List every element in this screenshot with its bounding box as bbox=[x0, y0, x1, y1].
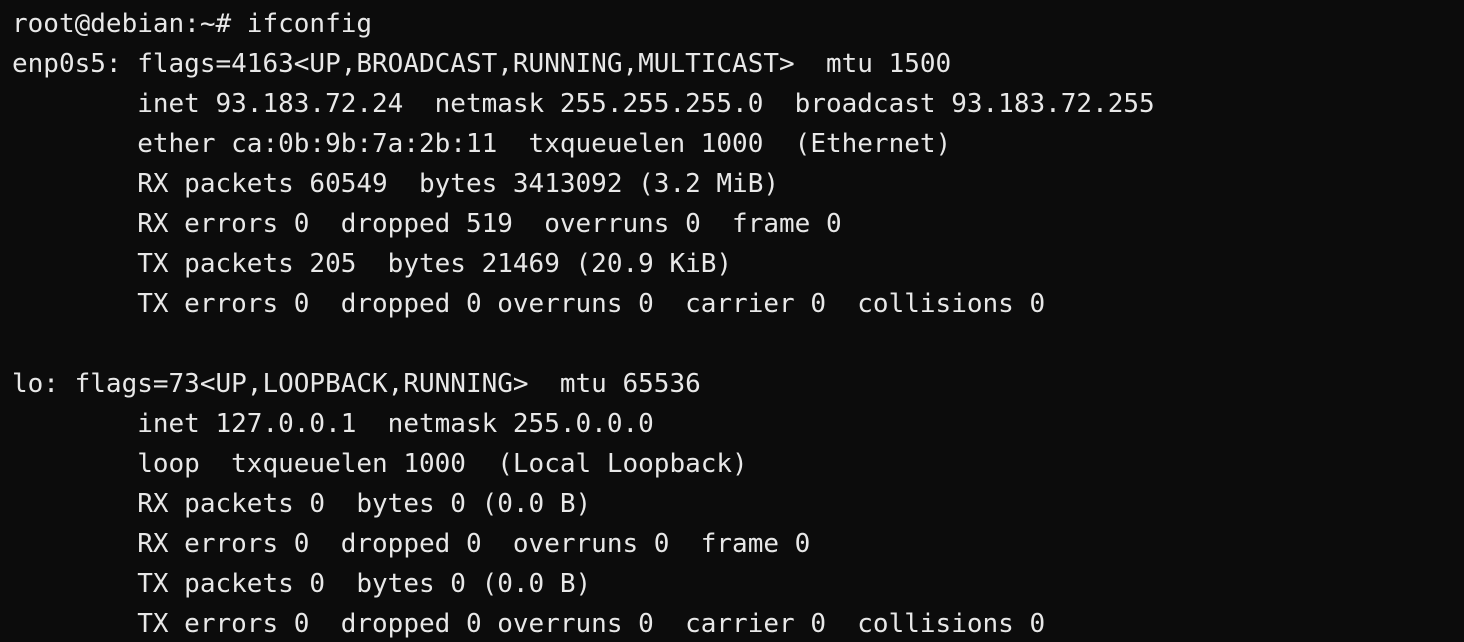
if-enp0s5-inet: inet 93.183.72.24 netmask 255.255.255.0 … bbox=[12, 89, 1155, 119]
if-lo-rx-errors: RX errors 0 dropped 0 overruns 0 frame 0 bbox=[12, 529, 810, 559]
if-lo-tx-packets: TX packets 0 bytes 0 (0.0 B) bbox=[12, 569, 591, 599]
if-lo-link: loop txqueuelen 1000 (Local Loopback) bbox=[12, 449, 748, 479]
if-lo-inet: inet 127.0.0.1 netmask 255.0.0.0 bbox=[12, 409, 654, 439]
if-enp0s5-rx-errors: RX errors 0 dropped 519 overruns 0 frame… bbox=[12, 209, 842, 239]
shell-prompt-line: root@debian:~# ifconfig bbox=[12, 9, 372, 39]
terminal-output[interactable]: root@debian:~# ifconfig enp0s5: flags=41… bbox=[0, 0, 1464, 642]
if-enp0s5-tx-packets: TX packets 205 bytes 21469 (20.9 KiB) bbox=[12, 249, 732, 279]
if-lo-tx-errors: TX errors 0 dropped 0 overruns 0 carrier… bbox=[12, 609, 1045, 639]
if-enp0s5-header: enp0s5: flags=4163<UP,BROADCAST,RUNNING,… bbox=[12, 49, 951, 79]
if-enp0s5-rx-packets: RX packets 60549 bytes 3413092 (3.2 MiB) bbox=[12, 169, 779, 199]
if-lo-rx-packets: RX packets 0 bytes 0 (0.0 B) bbox=[12, 489, 591, 519]
if-enp0s5-link: ether ca:0b:9b:7a:2b:11 txqueuelen 1000 … bbox=[12, 129, 951, 159]
if-enp0s5-tx-errors: TX errors 0 dropped 0 overruns 0 carrier… bbox=[12, 289, 1045, 319]
if-lo-header: lo: flags=73<UP,LOOPBACK,RUNNING> mtu 65… bbox=[12, 369, 701, 399]
